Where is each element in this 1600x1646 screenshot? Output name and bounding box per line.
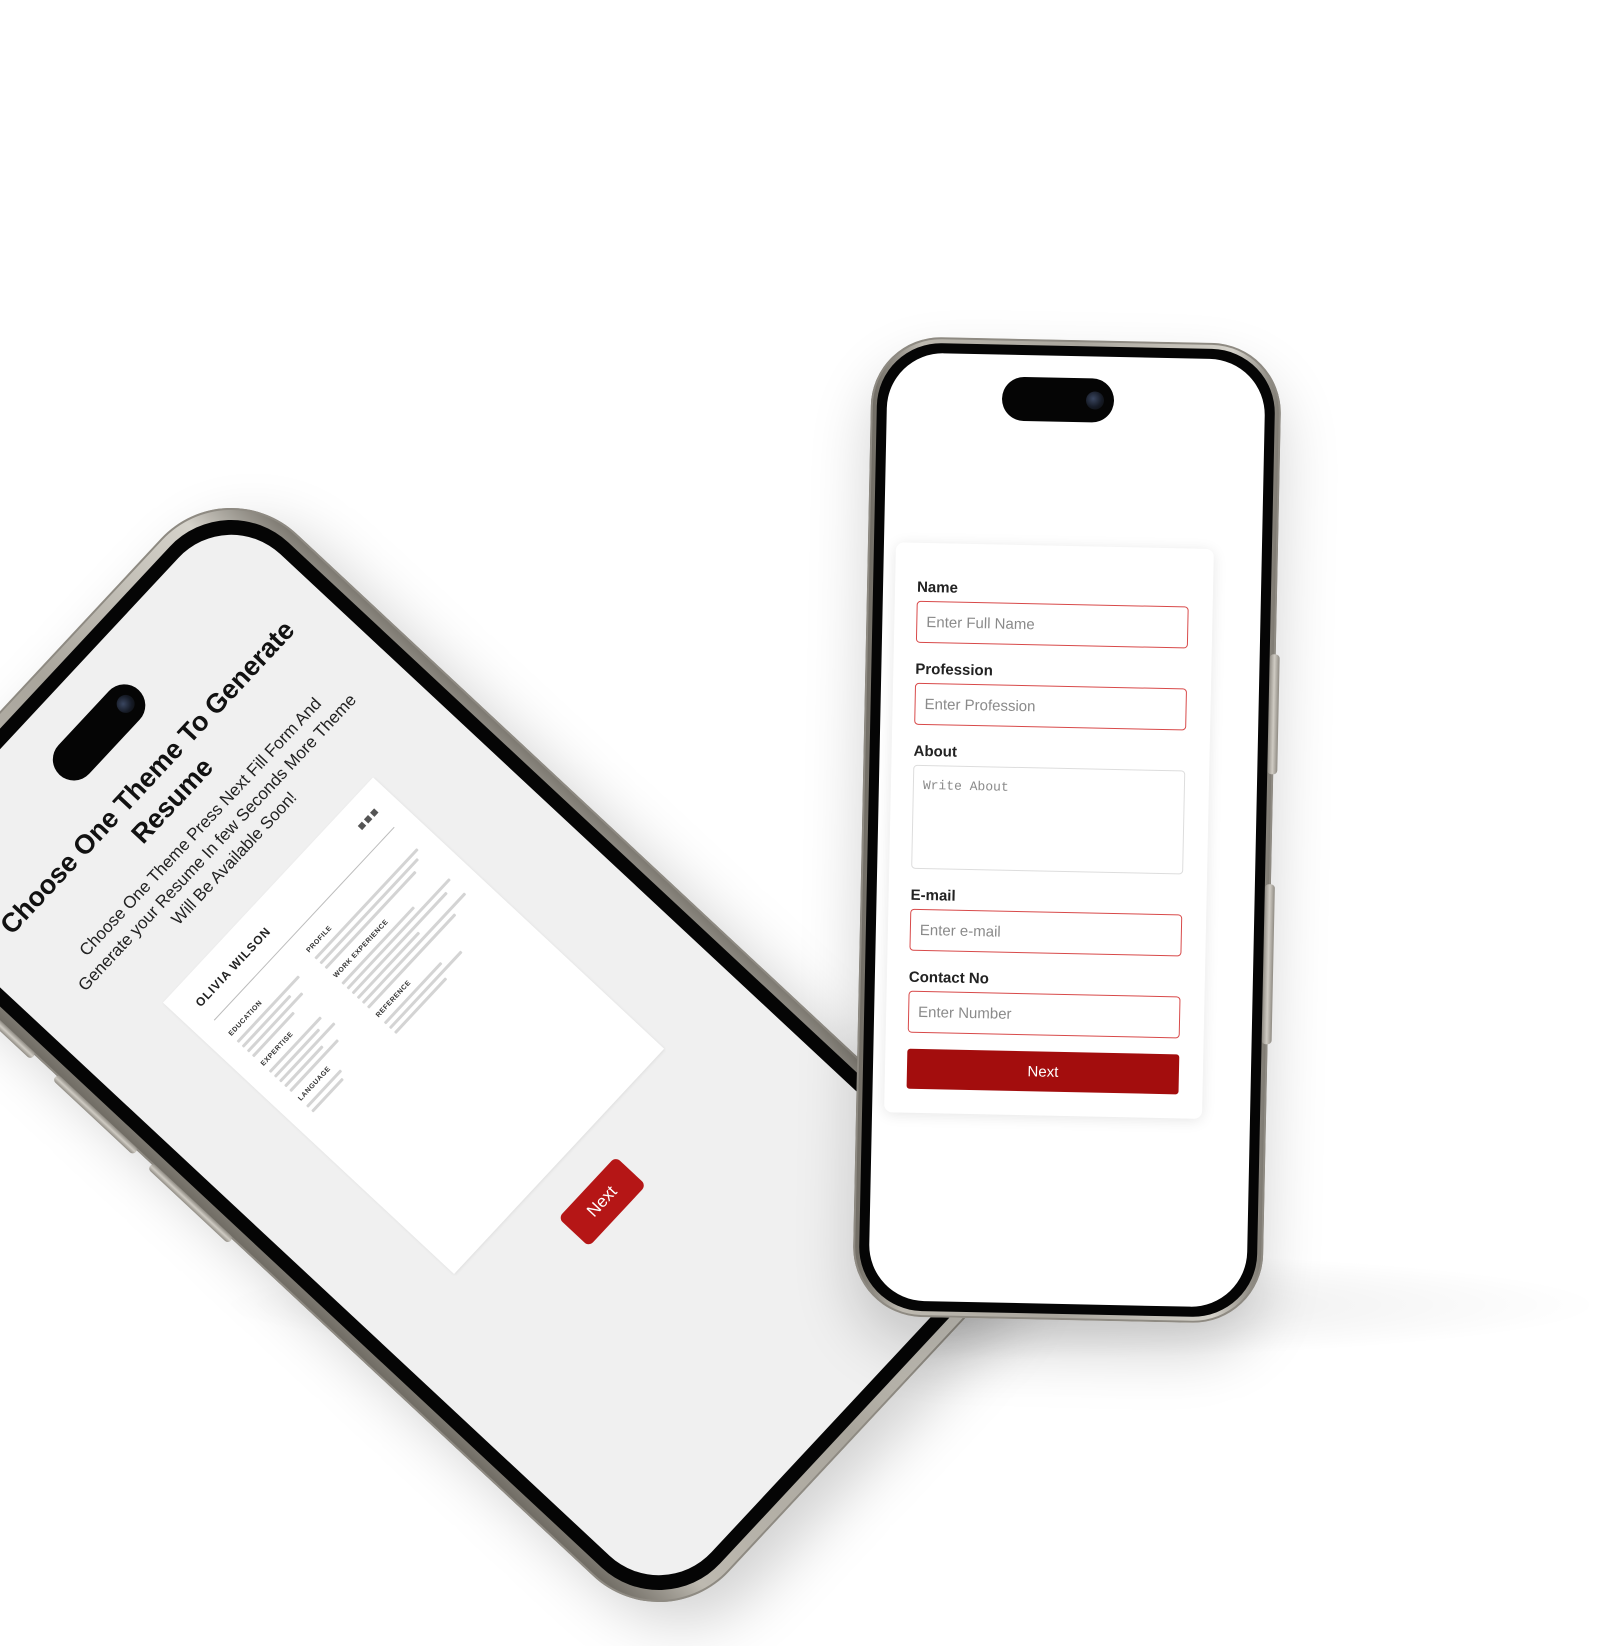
resume-form: Name Profession About E-mail Contact No … — [884, 542, 1214, 1119]
about-label: About — [913, 742, 958, 761]
resume-columns: EDUCATION EXPERTISE LANGUAGE PROFILE WOR… — [222, 834, 502, 1120]
profession-input[interactable] — [914, 682, 1187, 731]
name-input[interactable] — [915, 600, 1189, 649]
resume-contact-icons — [357, 808, 379, 831]
about-textarea[interactable] — [911, 764, 1186, 875]
camera-lens-icon — [112, 691, 139, 717]
email-label: E-mail — [910, 886, 956, 905]
next-button[interactable]: Next — [906, 1048, 1180, 1095]
email-input[interactable] — [909, 908, 1183, 957]
next-button[interactable]: Next — [558, 1156, 647, 1247]
profession-label: Profession — [915, 660, 994, 680]
contact-input[interactable] — [907, 990, 1181, 1039]
dynamic-island — [1001, 376, 1115, 423]
name-label: Name — [916, 578, 959, 597]
mail-icon — [363, 815, 373, 824]
location-icon — [370, 808, 379, 817]
resume-form-screen: Name Profession About E-mail Contact No … — [868, 352, 1266, 1308]
phone-icon — [357, 821, 367, 831]
camera-lens-icon — [1085, 391, 1105, 410]
contact-label: Contact No — [908, 968, 990, 988]
right-phone: Name Profession About E-mail Contact No … — [851, 335, 1283, 1325]
mockup-scene: Choose One Theme To Generate Resume Choo… — [0, 0, 1600, 1642]
